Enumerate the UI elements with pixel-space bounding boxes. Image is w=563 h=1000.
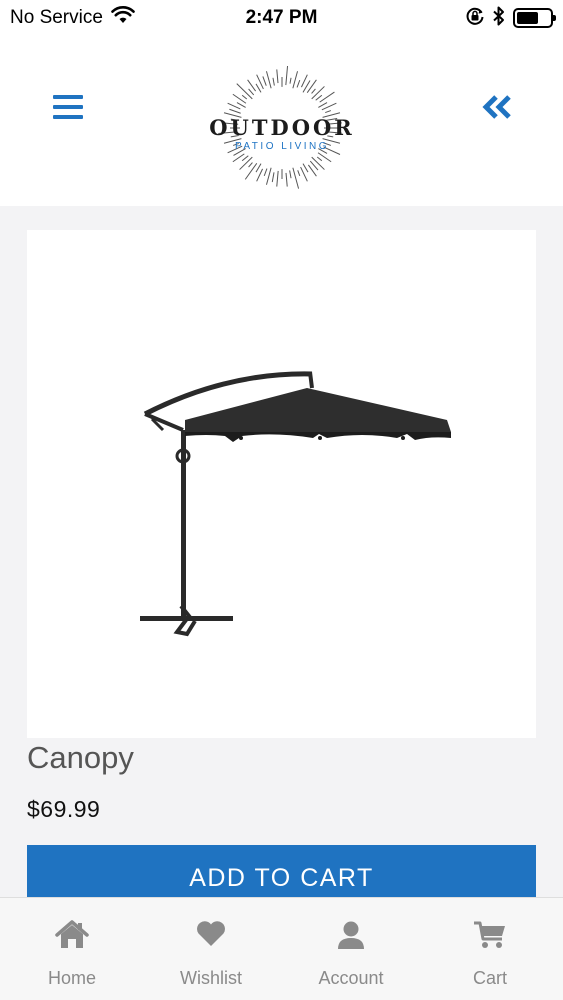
menu-button[interactable] xyxy=(50,92,86,122)
sunburst-ray xyxy=(227,102,241,110)
sunburst-ray xyxy=(239,156,253,170)
brand-logo[interactable]: OUTDOOR PATIO LIVING xyxy=(200,66,364,196)
sunburst-ray xyxy=(255,83,262,93)
user-icon xyxy=(281,920,421,952)
sunburst-ray xyxy=(272,77,275,86)
sunburst-ray xyxy=(302,163,309,173)
battery-fill xyxy=(517,12,538,24)
sunburst-ray xyxy=(296,79,301,88)
back-button[interactable] xyxy=(481,94,513,120)
tab-home[interactable]: Home xyxy=(2,898,142,1000)
home-icon xyxy=(2,920,142,952)
sunburst-ray xyxy=(325,110,332,114)
battery-tip xyxy=(553,15,556,21)
sunburst-ray xyxy=(285,66,289,86)
tab-account[interactable]: Account xyxy=(281,898,421,1000)
tab-cart-label: Cart xyxy=(472,968,507,988)
sunburst-ray xyxy=(289,170,292,179)
sunburst-ray xyxy=(256,168,264,182)
double-chevron-left-icon xyxy=(482,95,511,119)
hamburger-menu-icon xyxy=(53,95,83,119)
app-header: OUTDOOR PATIO LIVING xyxy=(0,36,563,206)
sunburst-ray xyxy=(265,71,272,89)
product-price: $69.99 xyxy=(27,796,101,822)
battery-icon xyxy=(513,8,556,28)
sunburst-ray xyxy=(276,69,279,84)
sunburst-ray xyxy=(263,168,268,177)
tab-wishlist-label: Wishlist xyxy=(180,968,242,988)
sunburst-ray xyxy=(311,88,316,94)
sunburst-ray xyxy=(236,102,246,108)
sunburst-ray xyxy=(292,71,299,89)
sunburst-ray xyxy=(271,172,275,183)
sunburst-ray xyxy=(315,94,323,101)
tab-wishlist[interactable]: Wishlist xyxy=(141,898,281,1000)
product-name: Canopy xyxy=(27,740,134,775)
heart-icon xyxy=(141,920,281,952)
sunburst-ray xyxy=(316,156,323,162)
sunburst-ray xyxy=(232,93,247,104)
sunburst-ray xyxy=(229,108,241,114)
umbrella-image xyxy=(140,371,451,637)
sunburst-ray xyxy=(248,88,255,96)
product-image[interactable] xyxy=(27,230,536,738)
sunburst-ray xyxy=(244,163,258,180)
sunburst-ray xyxy=(311,156,325,170)
tab-account-label: Account xyxy=(318,968,384,988)
sunburst-ray xyxy=(248,162,253,168)
sunburst-ray xyxy=(300,74,308,88)
orientation-lock-icon xyxy=(465,6,485,31)
tab-cart[interactable]: Cart xyxy=(420,898,560,1000)
sunburst-ray xyxy=(241,155,249,162)
sunburst-ray xyxy=(265,167,272,185)
cart-icon xyxy=(420,920,560,952)
tab-home-label: Home xyxy=(47,968,96,988)
bluetooth-icon xyxy=(493,6,505,31)
logo-subtitle: PATIO LIVING xyxy=(234,141,330,152)
sunburst-ray xyxy=(311,86,325,100)
sunburst-ray xyxy=(306,79,317,93)
sunburst-ray xyxy=(318,102,328,108)
sunburst-ray xyxy=(262,76,267,86)
sunburst-ray xyxy=(289,77,292,84)
sunburst-ray xyxy=(297,170,301,177)
sunburst-ray xyxy=(255,163,262,173)
status-bar: No Service 2:47 PM xyxy=(0,0,563,36)
sunburst-ray xyxy=(276,170,279,187)
sunburst-ray xyxy=(285,172,288,187)
sunburst-ray xyxy=(241,94,248,100)
sunburst-ray xyxy=(317,152,332,163)
tab-bar: Home Wishlist Account Cart xyxy=(0,897,563,1000)
sunburst-ray xyxy=(319,91,335,103)
status-right xyxy=(465,6,556,31)
logo-title: OUTDOOR xyxy=(209,115,355,140)
